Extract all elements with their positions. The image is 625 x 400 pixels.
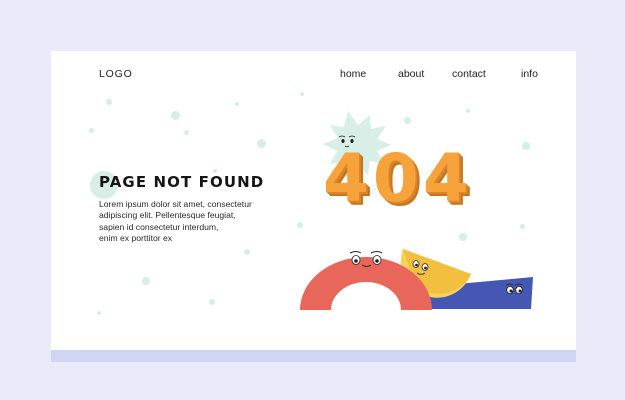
nav-home[interactable]: home [340, 68, 366, 80]
decor-dot [142, 277, 150, 285]
nav-contact[interactable]: contact [452, 68, 486, 80]
decor-dot [466, 109, 470, 113]
error-code: 404 [323, 140, 473, 217]
decor-dot [244, 249, 250, 255]
yellow-half-circle-character-icon [400, 249, 471, 298]
decor-dot [404, 117, 411, 124]
description-text: Lorem ipsum dolor sit amet, consectetur … [99, 199, 299, 244]
decor-dot [235, 102, 239, 106]
decor-dot [257, 139, 266, 148]
decor-dot [522, 142, 530, 150]
page-title: PAGE NOT FOUND [99, 173, 265, 191]
page-stage: LOGO home about contact info PAGE NOT FO… [0, 0, 625, 400]
decor-dot [459, 233, 467, 241]
main-nav: home about contact info [51, 68, 576, 84]
nav-about[interactable]: about [398, 68, 424, 80]
description-line: sapien id consectetur interdum, [99, 221, 219, 232]
nav-info[interactable]: info [521, 68, 538, 80]
decor-dot [89, 128, 94, 133]
decor-dot [520, 224, 525, 229]
description-line: Lorem ipsum dolor sit amet, consectetur [99, 199, 252, 209]
decor-dot [171, 111, 180, 120]
red-arch-character-icon [300, 251, 432, 310]
decor-dot [209, 299, 215, 305]
blue-wedge-character-icon [425, 277, 533, 309]
decor-dot [97, 311, 101, 315]
decor-dot [106, 99, 112, 105]
description-line: enim ex porttitor ex [99, 232, 173, 243]
description-line: adipiscing elit. Pellentesque feugiat, [99, 210, 236, 221]
error-card: LOGO home about contact info PAGE NOT FO… [51, 51, 576, 350]
card-shadow [51, 350, 576, 362]
decor-dot [300, 92, 304, 96]
decor-dot [184, 130, 189, 135]
